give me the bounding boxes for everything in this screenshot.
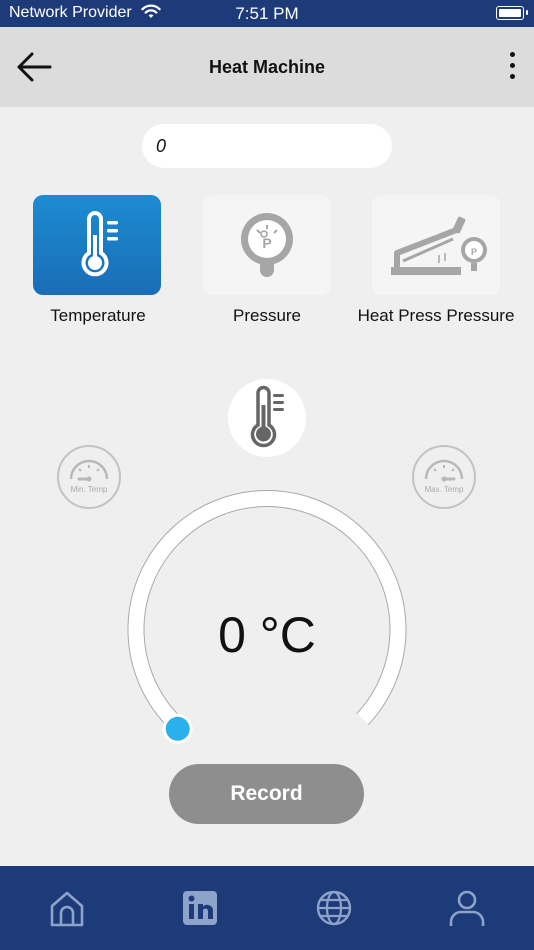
battery-tip	[526, 10, 528, 15]
nav-bar: Heat Machine	[0, 27, 534, 107]
more-menu-button[interactable]	[502, 49, 522, 85]
bottom-tab-bar	[0, 866, 534, 950]
current-mode-indicator	[228, 379, 306, 457]
tab-linkedin[interactable]	[180, 888, 220, 928]
more-vertical-icon	[509, 52, 515, 57]
user-icon	[449, 890, 485, 926]
svg-text:P: P	[471, 247, 477, 257]
tab-profile[interactable]	[447, 888, 487, 928]
thermometer-icon	[250, 385, 284, 448]
heat-press-icon: P	[391, 216, 487, 275]
back-button[interactable]	[14, 49, 58, 85]
linkedin-icon	[183, 891, 217, 925]
mode-tile-temperature[interactable]	[33, 195, 161, 295]
arrow-left-icon	[17, 52, 52, 82]
mode-tile-pressure[interactable]: P	[203, 195, 331, 295]
mode-label-temperature: Temperature	[50, 306, 146, 325]
tab-home[interactable]	[47, 888, 87, 928]
clock: 7:51 PM	[235, 4, 299, 23]
dial-knob-fill	[165, 716, 190, 741]
globe-icon	[316, 890, 352, 926]
temperature-reading: 0 °C	[218, 607, 316, 663]
record-button[interactable]: Record	[169, 764, 364, 824]
page-title: Heat Machine	[208, 57, 326, 77]
status-bar: Network Provider 7:51 PM	[0, 0, 534, 27]
battery-icon	[496, 6, 524, 20]
thermometer-icon	[81, 211, 118, 277]
home-icon	[50, 891, 84, 927]
mode-label-pressure: Pressure	[232, 306, 302, 325]
mode-tile-heat-press[interactable]: P	[372, 195, 500, 295]
value-input[interactable]	[142, 124, 392, 168]
pressure-gauge-icon: P	[241, 213, 293, 277]
mode-label-heat-press: Heat Press Pressure	[357, 306, 515, 325]
tab-web[interactable]	[314, 888, 354, 928]
